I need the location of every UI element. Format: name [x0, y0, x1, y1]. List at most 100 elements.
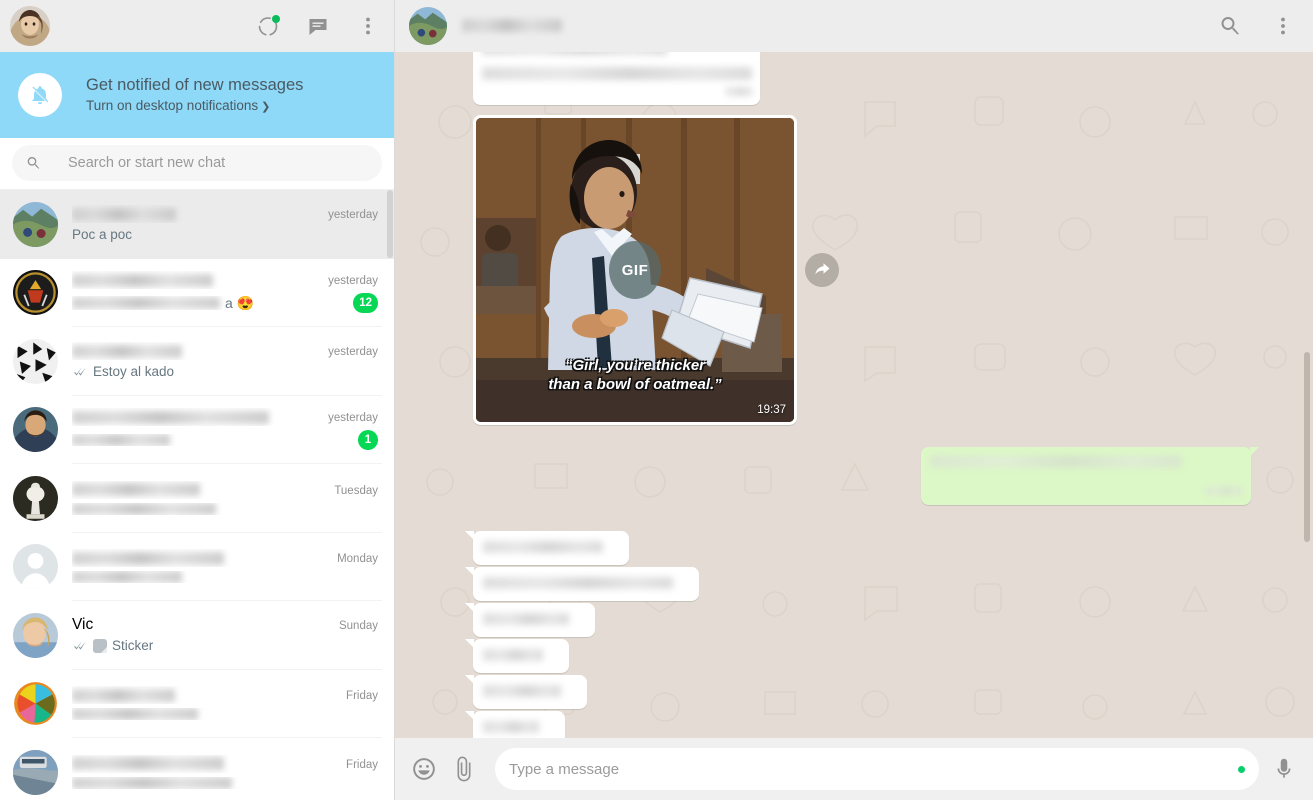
- chat-timestamp: yesterday: [328, 209, 378, 222]
- chat-list-item[interactable]: yesterday 1: [0, 395, 394, 464]
- user-profile-avatar[interactable]: [10, 6, 50, 46]
- search-box[interactable]: [12, 145, 382, 181]
- chat-list-item-body: yesterday 1: [72, 396, 382, 464]
- search-bar: [0, 138, 394, 190]
- message-row-outgoing: [473, 447, 1259, 505]
- redacted-name: [72, 273, 213, 287]
- message-bubble-gif[interactable]: GIF “Girl, you’re thicker than a bowl of…: [473, 115, 839, 425]
- redacted-text: [483, 612, 569, 625]
- message-bubble-incoming[interactable]: [465, 567, 699, 601]
- gif-timestamp: 19:37: [757, 404, 786, 416]
- search-input[interactable]: [68, 155, 368, 171]
- emoji-smiley-icon[interactable]: [411, 756, 437, 782]
- redacted-preview: [72, 502, 216, 515]
- message-row-incoming: [465, 567, 1251, 601]
- color-wheel-avatar[interactable]: [13, 681, 58, 726]
- gif-media[interactable]: GIF “Girl, you’re thicker than a bowl of…: [476, 118, 794, 422]
- man-portrait-avatar[interactable]: [13, 407, 58, 453]
- chat-list-panel: Get notified of new messages Turn on des…: [0, 0, 395, 800]
- bell-muted-icon: [18, 73, 62, 117]
- chat-list-item[interactable]: yesterday Poc a poc: [0, 190, 394, 259]
- preview-text: Estoy al kado: [93, 364, 175, 380]
- chat-list[interactable]: yesterday Poc a poc yesterday a 😍 12 yesterda…: [0, 190, 394, 800]
- chat-list-item-top: Friday: [72, 755, 378, 773]
- chat-list-item-body: Monday: [72, 533, 382, 601]
- message-row-gif: GIF “Girl, you’re thicker than a bowl of…: [473, 115, 1251, 425]
- forward-arrow-icon[interactable]: [805, 253, 839, 287]
- overflow-menu-icon[interactable]: [1271, 14, 1295, 38]
- message-bubble-outgoing[interactable]: [921, 447, 1259, 505]
- overflow-menu-icon[interactable]: [356, 14, 380, 38]
- chat-list-item[interactable]: Vic Sunday Sticker: [0, 601, 394, 670]
- chat-preview-message: [72, 708, 378, 721]
- chat-list-item-body: yesterday Poc a poc: [72, 190, 382, 259]
- double-check-icon: [72, 640, 88, 651]
- message-bubble-incoming[interactable]: [465, 675, 587, 709]
- chat-list-scrollbar[interactable]: [387, 190, 393, 258]
- banner-subtitle[interactable]: Turn on desktop notifications ❯: [86, 96, 303, 117]
- message-input[interactable]: [509, 760, 1238, 778]
- chat-list-item-bottom: [72, 571, 378, 584]
- chat-list-item[interactable]: Tuesday: [0, 464, 394, 533]
- child-photo-avatar[interactable]: [13, 612, 58, 658]
- conversation-scrollbar[interactable]: [1304, 352, 1310, 542]
- message-row-incoming: [465, 639, 1251, 673]
- whatsapp-web-window: Get notified of new messages Turn on des…: [0, 0, 1313, 800]
- redacted-name: [72, 483, 200, 497]
- escher-art-avatar[interactable]: [13, 338, 58, 384]
- chat-list-item[interactable]: yesterday Estoy al kado: [0, 327, 394, 396]
- chat-list-item[interactable]: Friday: [0, 669, 394, 738]
- chat-name: [72, 205, 322, 223]
- chat-list-item-body: yesterday Estoy al kado: [72, 327, 382, 396]
- search-icon[interactable]: [1219, 14, 1243, 38]
- boat-photo-avatar[interactable]: [13, 749, 58, 795]
- message-row-incoming: [465, 675, 1251, 709]
- chat-preview-message: [72, 776, 378, 789]
- chat-list-item-bottom: 1: [72, 430, 378, 451]
- message-bubble-incoming[interactable]: [473, 52, 760, 105]
- chat-preview-message: Sticker: [72, 638, 378, 653]
- chat-list-item-body: Friday: [72, 738, 382, 800]
- chat-timestamp: yesterday: [328, 346, 378, 359]
- banner-title: Get notified of new messages: [86, 75, 304, 94]
- new-chat-icon[interactable]: [306, 14, 330, 38]
- message-row-incoming: [465, 711, 1251, 738]
- message-bubble-incoming[interactable]: [465, 603, 595, 637]
- chat-timestamp: Friday: [346, 758, 378, 771]
- statue-photo-avatar[interactable]: [13, 475, 58, 521]
- banner-subtitle-label: Turn on desktop notifications: [86, 97, 259, 113]
- message-input-wrap[interactable]: [495, 748, 1259, 790]
- microphone-icon[interactable]: [1271, 756, 1297, 782]
- redacted-name: [72, 207, 176, 221]
- conversation-title[interactable]: [462, 17, 1219, 35]
- message-area[interactable]: GIF “Girl, you’re thicker than a bowl of…: [395, 52, 1313, 738]
- chat-list-item[interactable]: yesterday a 😍 12: [0, 258, 394, 327]
- redacted-preview: [72, 571, 182, 584]
- landscape-photo-avatar[interactable]: [13, 201, 58, 247]
- status-ring-icon[interactable]: [256, 14, 280, 38]
- desktop-notifications-banner[interactable]: Get notified of new messages Turn on des…: [0, 52, 394, 138]
- chat-list-item[interactable]: Friday: [0, 738, 394, 800]
- message-bubble-incoming[interactable]: [465, 531, 629, 565]
- message-bubble-incoming[interactable]: [465, 639, 569, 673]
- chat-list-item[interactable]: Monday: [0, 532, 394, 601]
- chat-name: Vic: [72, 616, 94, 634]
- redacted-text: [930, 455, 1182, 469]
- redacted-name: [72, 688, 175, 702]
- chat-list-item-top: Friday: [72, 686, 378, 704]
- chat-timestamp: Monday: [337, 553, 378, 566]
- conversation-title-redacted: [462, 19, 562, 33]
- chat-name: [72, 481, 328, 499]
- chat-list-item-bottom: a 😍 12: [72, 293, 378, 314]
- double-check-icon: [72, 366, 88, 377]
- conversation-header: [395, 0, 1313, 52]
- crest-emblem-avatar[interactable]: [13, 270, 58, 316]
- gif-badge: GIF: [609, 241, 661, 299]
- paperclip-icon[interactable]: [451, 756, 477, 782]
- message-bubble-incoming[interactable]: [465, 711, 565, 738]
- conversation-avatar[interactable]: [409, 7, 447, 45]
- search-icon: [27, 156, 40, 169]
- default-person-avatar[interactable]: [13, 544, 58, 590]
- chat-list-item-top: yesterday: [72, 271, 378, 289]
- redacted-text: [483, 576, 673, 589]
